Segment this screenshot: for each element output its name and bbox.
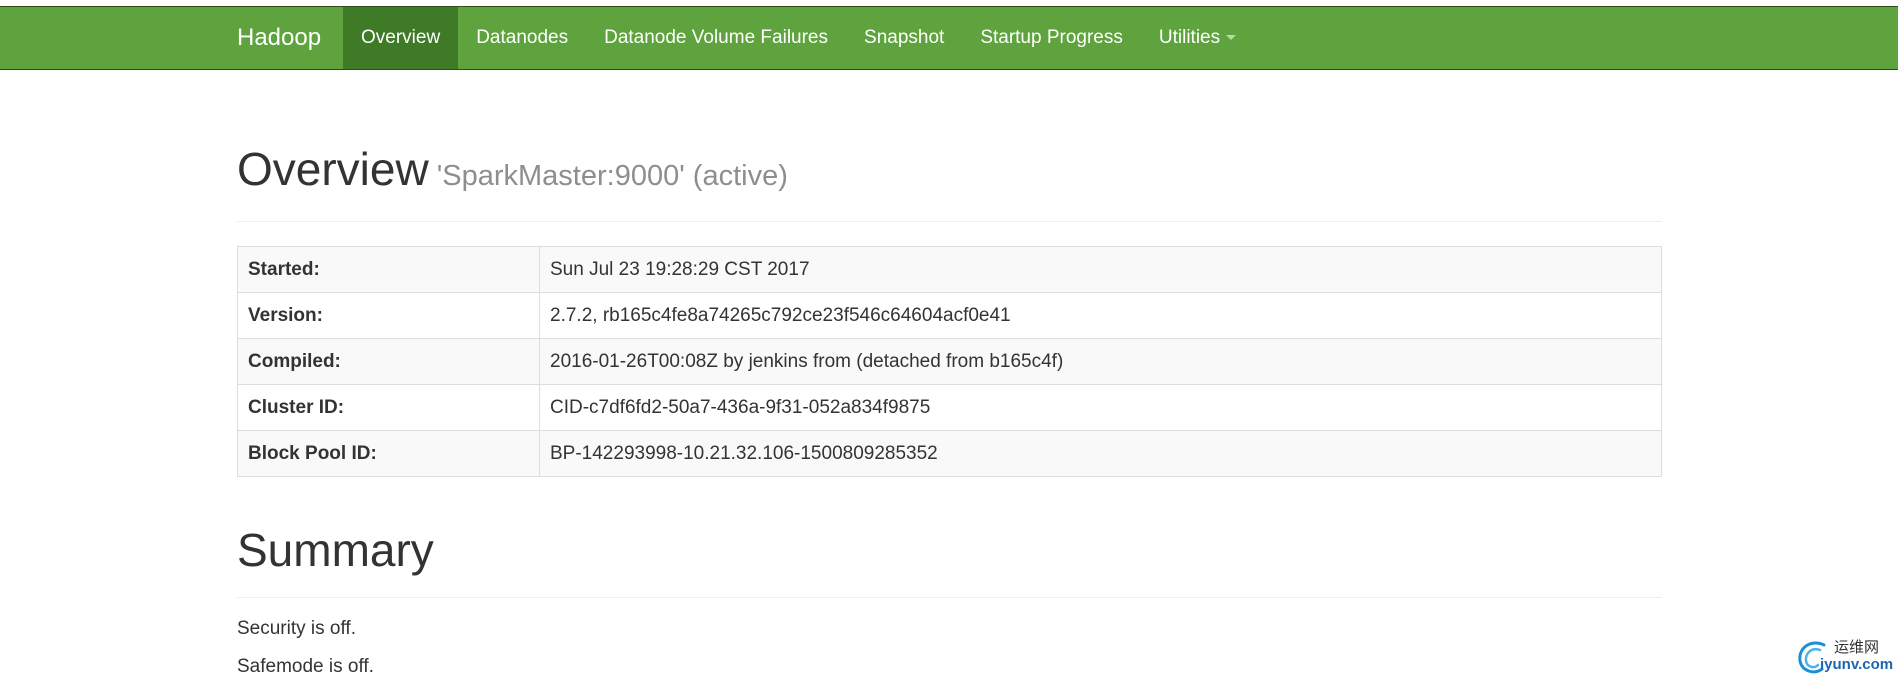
info-value-started: Sun Jul 23 19:28:29 CST 2017	[539, 246, 1662, 293]
overview-header: Overview 'SparkMaster:9000' (active)	[237, 144, 1662, 222]
nav-item-utilities-label: Utilities	[1158, 27, 1221, 48]
summary-title: Summary	[237, 524, 434, 576]
info-key-compiled: Compiled:	[237, 338, 540, 385]
safemode-status: Safemode is off.	[237, 656, 374, 677]
nav-item-utilities[interactable]: Utilities	[1141, 7, 1254, 69]
watermark-url: iyunv.com	[1820, 656, 1894, 673]
main-content: Overview 'SparkMaster:9000' (active) Star…	[237, 70, 1662, 686]
table-row: Version: 2.7.2, rb165c4fe8a74265c792ce23…	[237, 292, 1662, 339]
security-status: Security is off.	[237, 618, 356, 639]
page-title: Overview 'SparkMaster:9000' (active)	[237, 144, 1662, 201]
info-key-cluster-id: Cluster ID:	[237, 384, 540, 431]
nav-item-snapshot[interactable]: Snapshot	[846, 7, 962, 69]
nav-item-datanode-volume-failures[interactable]: Datanode Volume Failures	[586, 7, 846, 69]
table-row: Block Pool ID: BP-142293998-10.21.32.106…	[237, 430, 1662, 477]
nav-item-overview[interactable]: Overview	[343, 7, 459, 69]
info-value-compiled: 2016-01-26T00:08Z by jenkins from (detac…	[539, 338, 1662, 385]
brand-link[interactable]: Hadoop	[237, 7, 321, 69]
info-key-started: Started:	[237, 246, 540, 293]
info-key-block-pool-id: Block Pool ID:	[237, 430, 540, 477]
info-value-cluster-id: CID-c7df6fd2-50a7-436a-9f31-052a834f9875	[539, 384, 1662, 431]
nav-item-startup-progress[interactable]: Startup Progress	[962, 7, 1141, 69]
namenode-subtitle: 'SparkMaster:9000' (active)	[436, 160, 788, 192]
info-value-block-pool-id: BP-142293998-10.21.32.106-1500809285352	[539, 430, 1662, 477]
table-row: Compiled: 2016-01-26T00:08Z by jenkins f…	[237, 338, 1662, 385]
watermark: 运维网 iyunv.com	[1794, 633, 1898, 681]
summary-header: Summary	[237, 525, 1662, 598]
top-navbar: Hadoop Overview Datanodes Datanode Volum…	[0, 6, 1898, 70]
info-key-version: Version:	[237, 292, 540, 339]
overview-title: Overview	[237, 143, 429, 195]
watermark-name: 运维网	[1834, 639, 1880, 656]
table-row: Started: Sun Jul 23 19:28:29 CST 2017	[237, 246, 1662, 293]
caret-down-icon	[1226, 35, 1237, 41]
overview-info-table: Started: Sun Jul 23 19:28:29 CST 2017 Ve…	[237, 246, 1662, 477]
nav-menu: Overview Datanodes Datanode Volume Failu…	[343, 7, 1254, 69]
nav-item-datanodes[interactable]: Datanodes	[458, 7, 586, 69]
table-row: Cluster ID: CID-c7df6fd2-50a7-436a-9f31-…	[237, 384, 1662, 431]
info-value-version: 2.7.2, rb165c4fe8a74265c792ce23f546c6460…	[539, 292, 1662, 339]
